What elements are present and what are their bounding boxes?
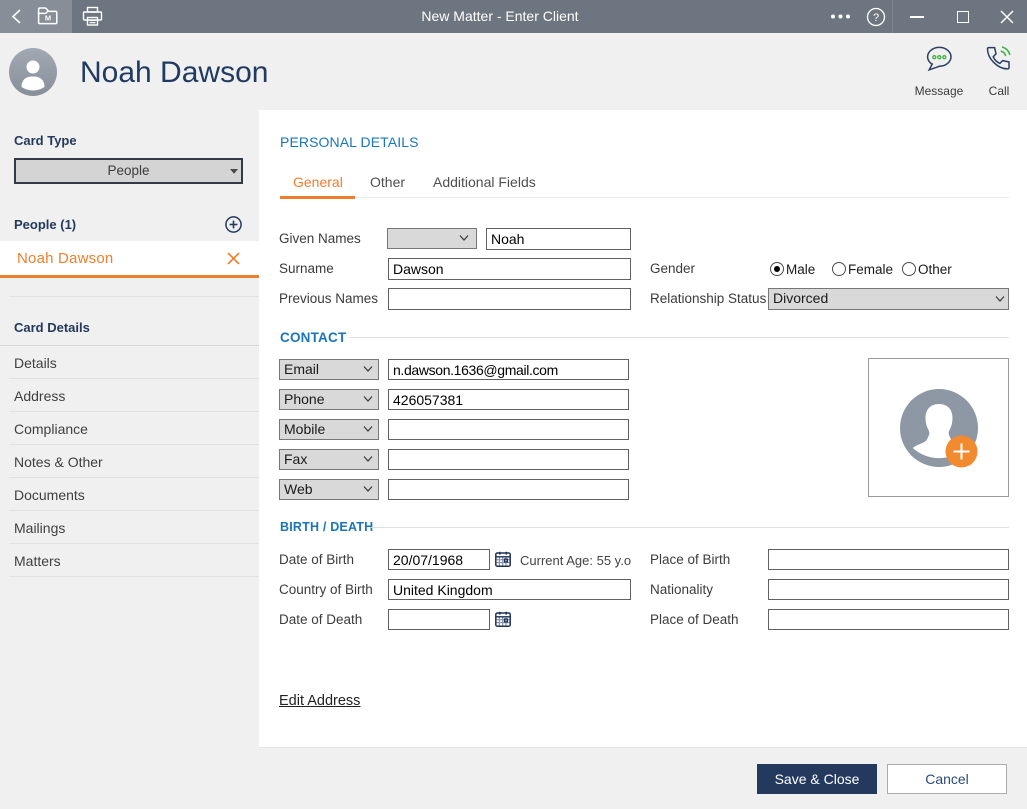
svg-text:M: M [45,14,51,23]
svg-text:?: ? [873,12,879,24]
